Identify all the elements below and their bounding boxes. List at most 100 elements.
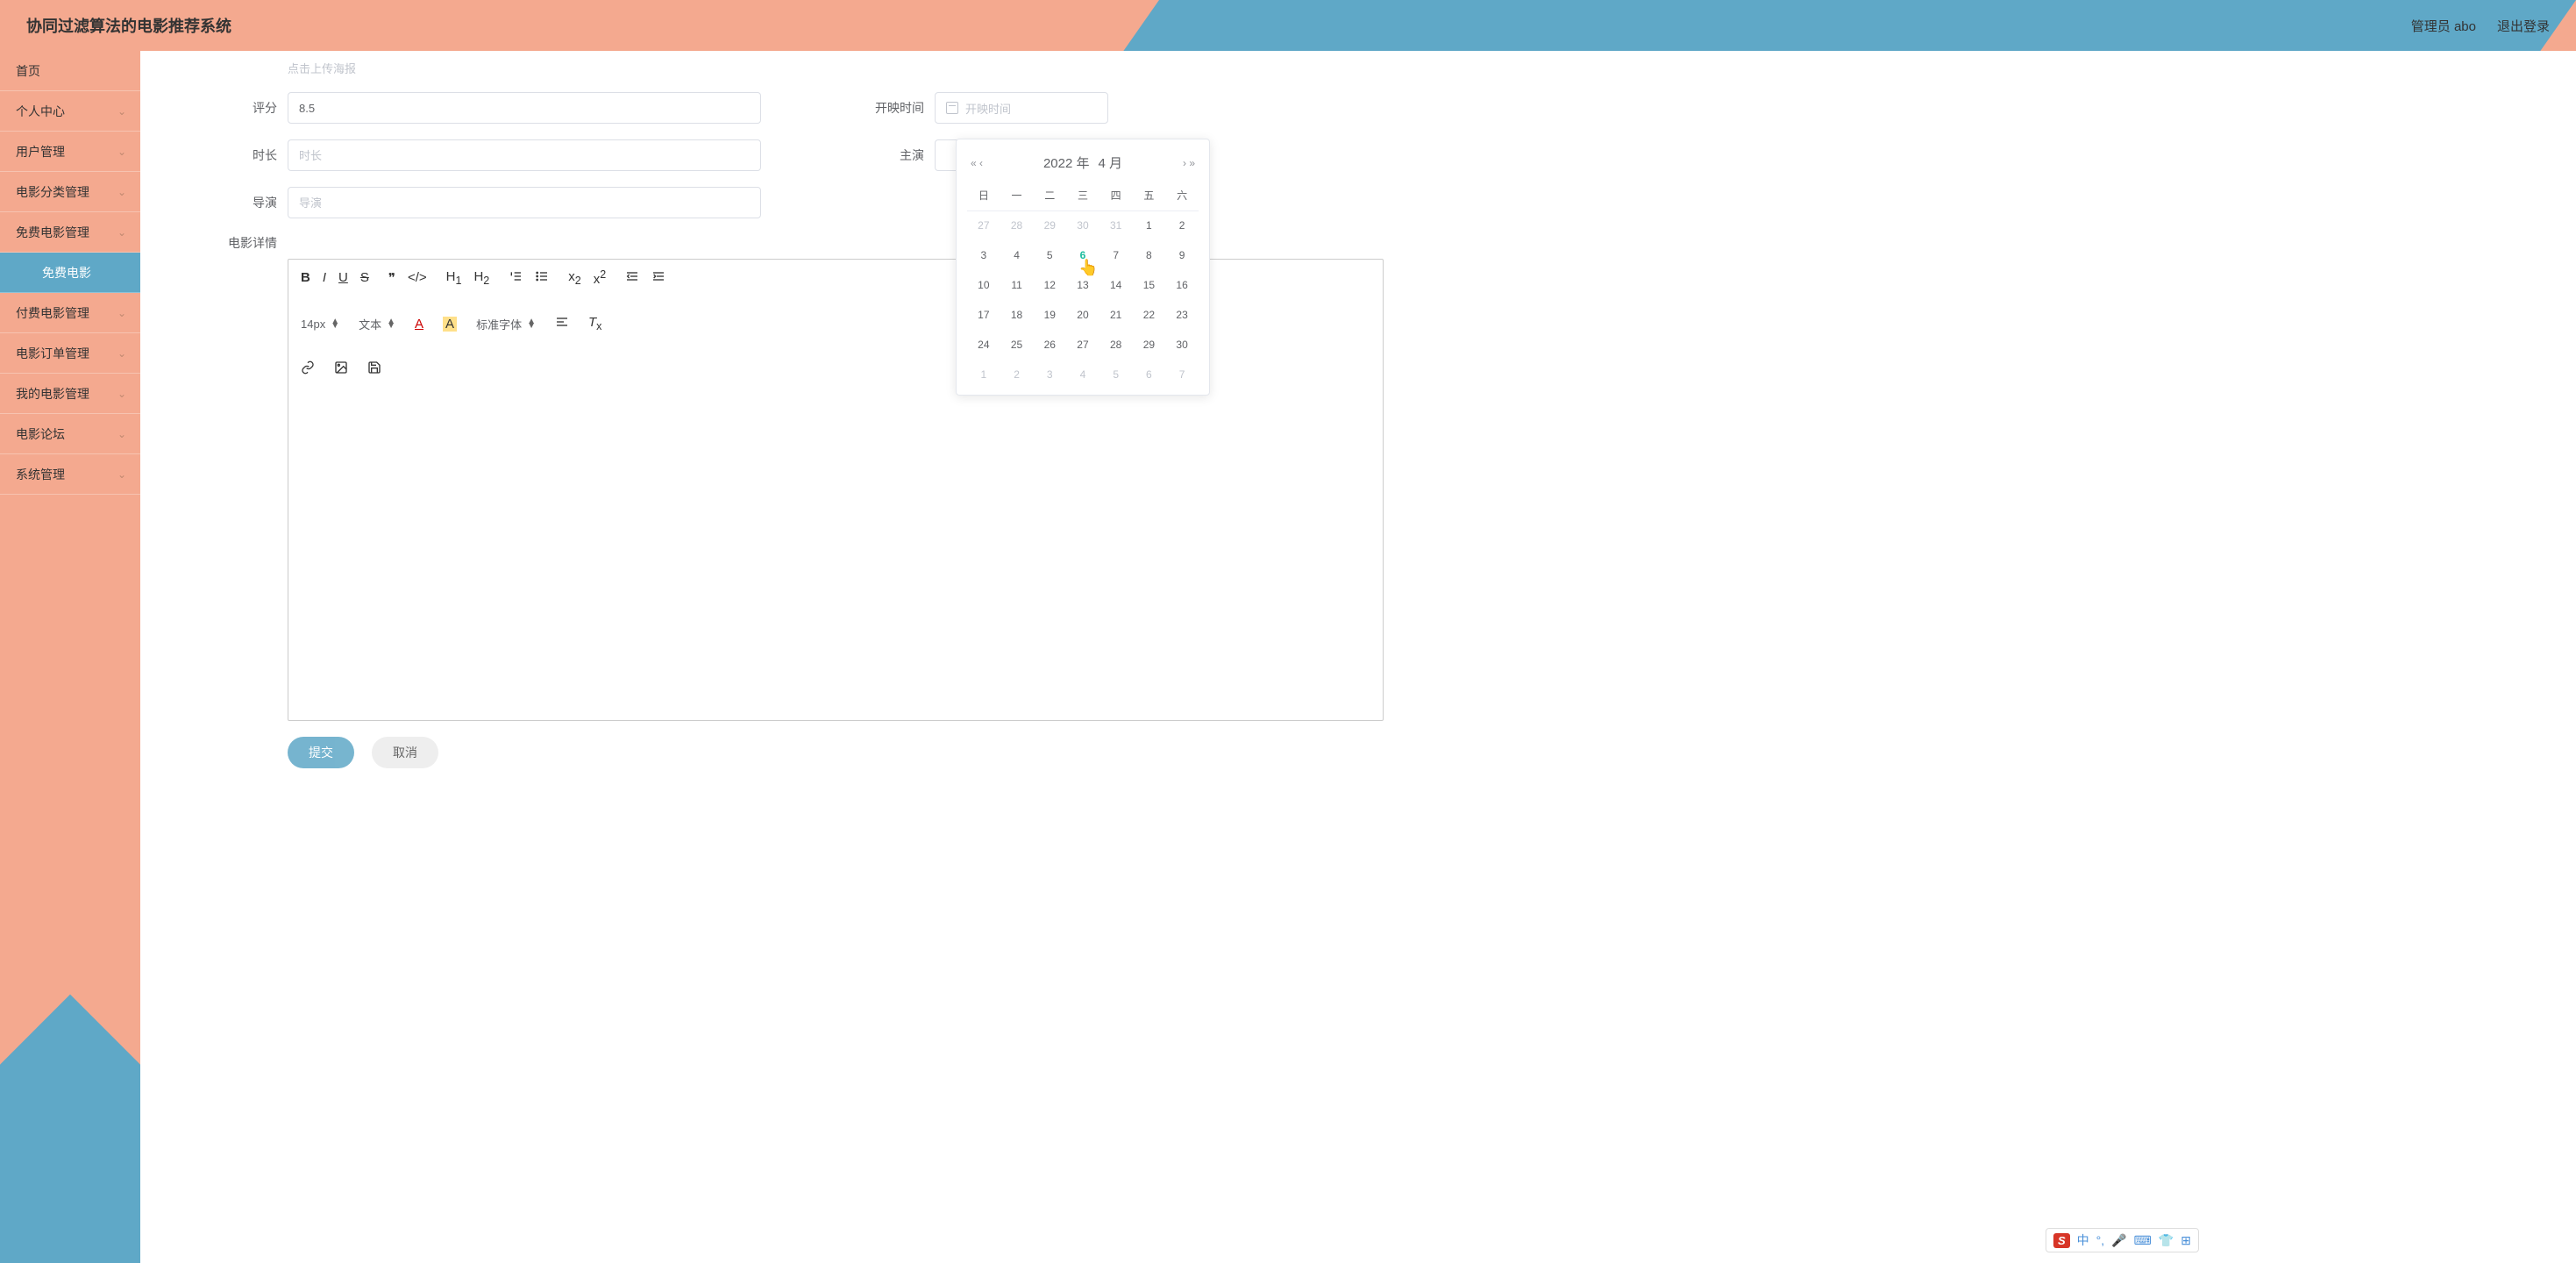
calendar-day[interactable]: 30 xyxy=(1165,330,1199,360)
align-icon[interactable] xyxy=(555,315,569,332)
calendar-day[interactable]: 30 xyxy=(1066,210,1099,240)
indent-icon[interactable] xyxy=(651,269,665,287)
sidebar-item-5[interactable]: 免费电影 xyxy=(0,253,140,293)
calendar-day[interactable]: 5 xyxy=(1033,240,1066,270)
calendar-day[interactable]: 12 xyxy=(1033,270,1066,300)
calendar-day[interactable]: 7 xyxy=(1099,240,1133,270)
ime-toolbar[interactable]: S 中 °, 🎤 ⌨ 👕 ⊞ xyxy=(2046,1228,2199,1252)
calendar-day[interactable]: 1 xyxy=(967,360,1000,389)
bold-icon[interactable]: B xyxy=(301,270,310,285)
sidebar-item-2[interactable]: 用户管理⌄ xyxy=(0,132,140,172)
open-time-input[interactable]: 开映时间 xyxy=(935,92,1108,124)
unordered-list-icon[interactable] xyxy=(535,269,549,287)
calendar-day[interactable]: 13 xyxy=(1066,270,1099,300)
calendar-day[interactable]: 5 xyxy=(1099,360,1133,389)
outdent-icon[interactable] xyxy=(625,269,639,287)
font-family-select[interactable]: 标准字体 ▲▼ xyxy=(476,316,536,332)
calendar-day[interactable]: 8 xyxy=(1133,240,1166,270)
calendar-day[interactable]: 31 xyxy=(1099,210,1133,240)
calendar-day[interactable]: 14 xyxy=(1099,270,1133,300)
code-icon[interactable]: </> xyxy=(408,270,427,285)
dp-year[interactable]: 2022 年 xyxy=(1043,153,1090,172)
bg-color-icon[interactable]: A xyxy=(443,317,457,332)
sidebar-item-7[interactable]: 电影订单管理⌄ xyxy=(0,333,140,374)
cancel-button[interactable]: 取消 xyxy=(372,737,438,768)
submit-button[interactable]: 提交 xyxy=(288,737,354,768)
calendar-day[interactable]: 27 xyxy=(1066,330,1099,360)
calendar-day[interactable]: 3 xyxy=(967,240,1000,270)
calendar-day[interactable]: 26 xyxy=(1033,330,1066,360)
calendar-day[interactable]: 21 xyxy=(1099,300,1133,330)
calendar-day[interactable]: 22 xyxy=(1133,300,1166,330)
sidebar-item-1[interactable]: 个人中心⌄ xyxy=(0,91,140,132)
sidebar-item-4[interactable]: 免费电影管理⌄ xyxy=(0,212,140,253)
strike-icon[interactable]: S xyxy=(360,270,369,285)
calendar-day[interactable]: 11 xyxy=(1000,270,1034,300)
ime-keyboard-icon[interactable]: ⌨ xyxy=(2134,1233,2152,1248)
calendar-day[interactable]: 24 xyxy=(967,330,1000,360)
font-size-select[interactable]: 14px ▲▼ xyxy=(301,318,339,331)
font-color-icon[interactable]: A xyxy=(415,317,423,332)
calendar-day[interactable]: 6 xyxy=(1133,360,1166,389)
clear-format-icon[interactable]: Tx xyxy=(588,315,601,332)
calendar-day[interactable]: 27 xyxy=(967,210,1000,240)
calendar-day[interactable]: 25 xyxy=(1000,330,1034,360)
superscript-icon[interactable]: x2 xyxy=(594,268,606,287)
ime-lang[interactable]: 中 xyxy=(2077,1231,2089,1249)
sidebar-item-8[interactable]: 我的电影管理⌄ xyxy=(0,374,140,414)
image-icon[interactable] xyxy=(334,360,348,378)
calendar-day[interactable]: 10 xyxy=(967,270,1000,300)
calendar-day[interactable]: 16 xyxy=(1165,270,1199,300)
block-type-select[interactable]: 文本 ▲▼ xyxy=(359,316,395,332)
calendar-day[interactable]: 9 xyxy=(1165,240,1199,270)
director-input[interactable] xyxy=(288,187,761,218)
sidebar-item-0[interactable]: 首页 xyxy=(0,51,140,91)
calendar-day[interactable]: 20 xyxy=(1066,300,1099,330)
subscript-icon[interactable]: x2 xyxy=(568,269,580,287)
save-icon[interactable] xyxy=(367,360,381,378)
upload-poster-hint[interactable]: 点击上传海报 xyxy=(288,60,2541,76)
calendar-day[interactable]: 17 xyxy=(967,300,1000,330)
calendar-day[interactable]: 28 xyxy=(1099,330,1133,360)
rating-input[interactable] xyxy=(288,92,761,124)
sidebar-item-6[interactable]: 付费电影管理⌄ xyxy=(0,293,140,333)
calendar-day[interactable]: 29 xyxy=(1033,210,1066,240)
link-icon[interactable] xyxy=(301,360,315,378)
calendar-day[interactable]: 4 xyxy=(1066,360,1099,389)
duration-input[interactable] xyxy=(288,139,761,171)
sidebar-item-9[interactable]: 电影论坛⌄ xyxy=(0,414,140,454)
quote-icon[interactable]: ❞ xyxy=(388,270,395,286)
calendar-day[interactable]: 2 xyxy=(1165,210,1199,240)
ordered-list-icon[interactable] xyxy=(509,269,523,287)
calendar-day[interactable]: 3 xyxy=(1033,360,1066,389)
underline-icon[interactable]: U xyxy=(338,270,348,285)
sidebar-item-3[interactable]: 电影分类管理⌄ xyxy=(0,172,140,212)
admin-label[interactable]: 管理员 abo xyxy=(2411,17,2476,35)
calendar-day[interactable]: 18 xyxy=(1000,300,1034,330)
next-year-icon[interactable]: › » xyxy=(1183,157,1195,169)
calendar-day[interactable]: 7 xyxy=(1165,360,1199,389)
h2-icon[interactable]: H2 xyxy=(473,269,489,287)
logout-link[interactable]: 退出登录 xyxy=(2497,17,2550,35)
dp-month[interactable]: 4 月 xyxy=(1099,153,1123,172)
sidebar-item-10[interactable]: 系统管理⌄ xyxy=(0,454,140,495)
calendar-day[interactable]: 15 xyxy=(1133,270,1166,300)
calendar-day[interactable]: 23 xyxy=(1165,300,1199,330)
calendar-day[interactable]: 19 xyxy=(1033,300,1066,330)
calendar-day[interactable]: 4 xyxy=(1000,240,1034,270)
calendar-day[interactable]: 6 xyxy=(1066,240,1099,270)
ime-mic-icon[interactable]: 🎤 xyxy=(2111,1233,2126,1248)
italic-icon[interactable]: I xyxy=(323,270,326,285)
editor-body[interactable] xyxy=(288,387,1383,720)
prev-year-icon[interactable]: « ‹ xyxy=(971,157,983,169)
ime-skin-icon[interactable]: 👕 xyxy=(2159,1233,2174,1248)
calendar-day[interactable]: 1 xyxy=(1133,210,1166,240)
calendar-day[interactable]: 2 xyxy=(1000,360,1034,389)
chevron-down-icon: ⌄ xyxy=(117,105,126,118)
calendar-day[interactable]: 28 xyxy=(1000,210,1034,240)
h1-icon[interactable]: H1 xyxy=(446,269,462,287)
date-picker-popup: « ‹ 2022 年 4 月 › » 日一二三四五六 2728293031123… xyxy=(956,139,1210,396)
ime-tool-icon[interactable]: ⊞ xyxy=(2181,1233,2191,1248)
ime-punct-icon[interactable]: °, xyxy=(2096,1233,2105,1247)
calendar-day[interactable]: 29 xyxy=(1133,330,1166,360)
